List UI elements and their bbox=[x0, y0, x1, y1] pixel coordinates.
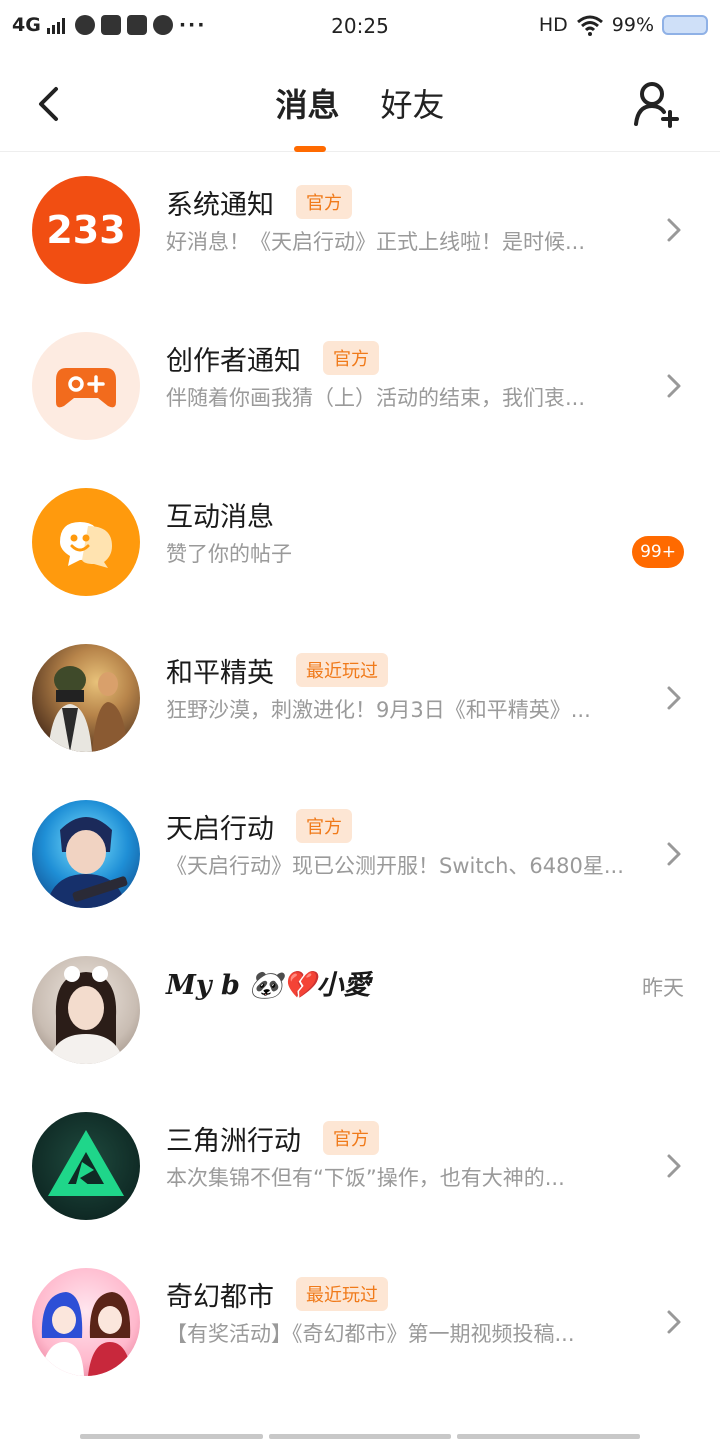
message-list: 233 系统通知 官方 好消息！《天启行动》正式上线啦！是时候... 创作者通知… bbox=[0, 152, 720, 1400]
item-preview: 本次集锦不但有“下饭”操作，也有大神的... bbox=[166, 1166, 565, 1190]
battery-icon bbox=[662, 15, 708, 35]
tag-badge: 最近玩过 bbox=[296, 653, 388, 687]
chevron-right-icon bbox=[667, 842, 681, 866]
user-avatar-photo bbox=[32, 956, 140, 1064]
gamepad-icon bbox=[32, 332, 140, 440]
game-avatar-delta bbox=[32, 1112, 140, 1220]
item-preview: 伴随着你画我猜（上）活动的结束，我们衷... bbox=[166, 386, 586, 410]
tab-bar: 消息 好友 bbox=[0, 80, 720, 126]
item-name: 奇幻都市 bbox=[166, 1281, 274, 1313]
wifi-icon bbox=[576, 15, 603, 36]
tag-badge: 官方 bbox=[296, 809, 352, 843]
item-name: 和平精英 bbox=[166, 657, 274, 689]
list-item-system-notice[interactable]: 233 系统通知 官方 好消息！《天启行动》正式上线啦！是时候... bbox=[0, 152, 720, 308]
item-name: 天启行动 bbox=[166, 813, 274, 845]
tab-messages[interactable]: 消息 bbox=[275, 80, 339, 126]
item-timestamp: 昨天 bbox=[642, 976, 684, 1000]
list-item-heping[interactable]: 和平精英 最近玩过 狂野沙漠，刺激进化！9月3日《和平精英》... bbox=[0, 620, 720, 776]
233-logo-icon: 233 bbox=[32, 176, 140, 284]
header: 消息 好友 bbox=[0, 56, 720, 152]
chevron-right-icon bbox=[667, 1310, 681, 1334]
unread-count-badge: 99+ bbox=[632, 536, 684, 568]
item-preview: 【有奖活动】《奇幻都市》第一期视频投稿... bbox=[166, 1322, 575, 1346]
item-name: 三角洲行动 bbox=[166, 1125, 301, 1157]
game-avatar-heping bbox=[32, 644, 140, 752]
chevron-right-icon bbox=[667, 218, 681, 242]
status-bar: 4G ··· 20:25 HD 99% bbox=[0, 0, 720, 56]
item-name: My b 🐼💔小愛 bbox=[166, 969, 371, 1001]
battery-percent: 99% bbox=[611, 14, 654, 36]
hd-indicator: HD bbox=[538, 14, 568, 36]
avatar-logo-text: 233 bbox=[46, 208, 126, 252]
add-user-icon bbox=[634, 82, 679, 128]
list-item-interaction[interactable]: 互动消息 赞了你的帖子 99+ bbox=[0, 464, 720, 620]
item-preview: 赞了你的帖子 bbox=[166, 542, 292, 566]
tag-badge: 官方 bbox=[323, 341, 379, 375]
tab-friends[interactable]: 好友 bbox=[381, 80, 445, 126]
game-avatar-qihuan bbox=[32, 1268, 140, 1376]
home-indicator bbox=[80, 1434, 641, 1439]
game-avatar-tianqi bbox=[32, 800, 140, 908]
add-friend-button[interactable] bbox=[632, 80, 680, 128]
tag-badge: 官方 bbox=[296, 185, 352, 219]
list-item-user-chat[interactable]: My b 🐼💔小愛 昨天 bbox=[0, 932, 720, 1088]
tag-badge: 官方 bbox=[323, 1121, 379, 1155]
item-name: 互动消息 bbox=[166, 501, 274, 533]
chat-bubble-icon bbox=[32, 488, 140, 596]
chevron-right-icon bbox=[667, 686, 681, 710]
chevron-right-icon bbox=[667, 1154, 681, 1178]
tag-badge: 最近玩过 bbox=[296, 1277, 388, 1311]
item-preview: 狂野沙漠，刺激进化！9月3日《和平精英》... bbox=[166, 698, 591, 722]
item-name: 系统通知 bbox=[166, 189, 274, 221]
list-item-tianqi[interactable]: 天启行动 官方 《天启行动》现已公测开服！Switch、6480星... bbox=[0, 776, 720, 932]
list-item-delta[interactable]: 三角洲行动 官方 本次集锦不但有“下饭”操作，也有大神的... bbox=[0, 1088, 720, 1244]
chevron-right-icon bbox=[667, 374, 681, 398]
item-name: 创作者通知 bbox=[166, 345, 301, 377]
list-item-creator-notice[interactable]: 创作者通知 官方 伴随着你画我猜（上）活动的结束，我们衷... bbox=[0, 308, 720, 464]
item-preview: 《天启行动》现已公测开服！Switch、6480星... bbox=[166, 854, 624, 878]
item-preview: 好消息！《天启行动》正式上线啦！是时候... bbox=[166, 230, 586, 254]
list-item-qihuan[interactable]: 奇幻都市 最近玩过 【有奖活动】《奇幻都市》第一期视频投稿... bbox=[0, 1244, 720, 1400]
status-right: HD 99% bbox=[539, 14, 708, 36]
